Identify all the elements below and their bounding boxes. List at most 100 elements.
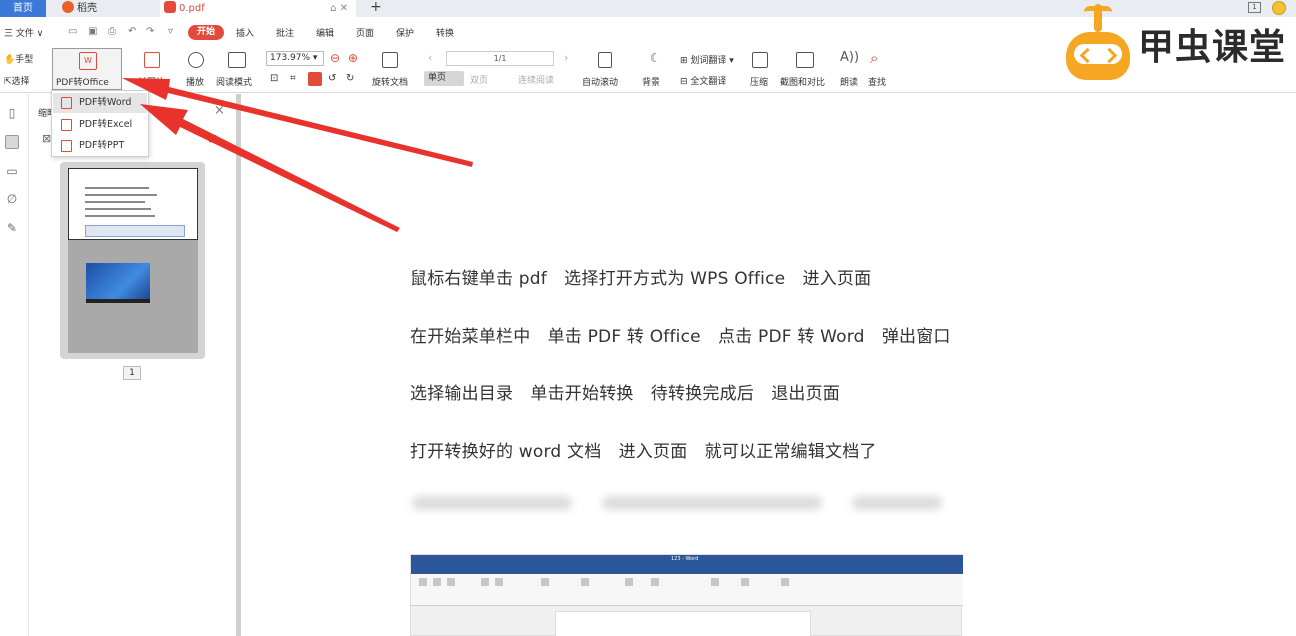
- file-menu[interactable]: 三 文件 ∨: [4, 26, 43, 39]
- menu-start[interactable]: 开始: [188, 25, 224, 40]
- embedded-word-screenshot: 123 - Word: [410, 554, 963, 636]
- thumbnail-desktop-image: [86, 263, 150, 303]
- play-icon: [188, 52, 204, 68]
- close-icon[interactable]: ×: [214, 103, 225, 118]
- next-page-icon[interactable]: ›: [564, 51, 568, 64]
- prev-page-icon[interactable]: ‹: [428, 51, 432, 64]
- app-window: 首页 稻壳 0.pdf ⌂ ✕ + 1 三 文件 ∨ ▭ ▣ ⎙ ↶ ↷ ▿ 开…: [0, 0, 1296, 636]
- pdf-to-ppt-item[interactable]: PDF转PPT: [53, 136, 147, 156]
- search-icon: ⌕: [870, 49, 879, 67]
- read-aloud-button[interactable]: 朗读: [840, 75, 858, 88]
- word-document-page: [555, 611, 811, 636]
- save-icon[interactable]: ▣: [88, 26, 97, 37]
- tab-pdf-label: 0.pdf: [179, 3, 205, 14]
- hand-icon: ✋: [4, 55, 16, 65]
- pdf-to-office-button[interactable]: W PDF转Office: [52, 48, 122, 90]
- pdf-to-office-dropdown: PDF转Word PDF转Excel PDF转PPT: [51, 90, 149, 157]
- single-page-button[interactable]: 单页: [424, 71, 464, 86]
- read-aloud-icon: A)): [840, 50, 860, 65]
- pdf-to-office-icon: W: [79, 52, 97, 70]
- rotate-right-icon[interactable]: ↻: [346, 73, 354, 84]
- full-translate-icon: ⊟: [680, 77, 688, 87]
- thumbnail-options-icon[interactable]: ⊡: [208, 132, 217, 145]
- tab-close-icon[interactable]: ⌂ ✕: [330, 0, 348, 17]
- menu-convert[interactable]: 转换: [436, 26, 454, 39]
- rotate-left-icon[interactable]: ↺: [328, 73, 336, 84]
- thumbnail-panel: 缩略 × ⊠ ⊡ 1: [30, 94, 234, 636]
- auto-scroll-icon: [598, 52, 612, 68]
- menu-page[interactable]: 页面: [356, 26, 374, 39]
- document-view: 鼠标右键单击 pdf 选择打开方式为 WPS Office 进入页面 在开始菜单…: [242, 94, 1296, 636]
- daoke-icon: [62, 1, 74, 13]
- full-translate-button[interactable]: ⊟ 全文翻译: [680, 74, 726, 87]
- pdf-to-word-item[interactable]: PDF转Word: [53, 93, 147, 113]
- double-page-button[interactable]: 双页: [470, 73, 488, 86]
- thumbnail-page-image: [68, 168, 198, 353]
- select-tool[interactable]: ⇱选择: [4, 74, 30, 87]
- fit-page-icon[interactable]: ⌗: [290, 73, 296, 84]
- word-translate-button[interactable]: ⊞ 划词翻译 ▾: [680, 53, 734, 66]
- thumbnail-zoom-icon[interactable]: ⊠: [42, 132, 51, 145]
- instruction-line-4: 打开转换好的 word 文档 进入页面 就可以正常编辑文档了: [410, 442, 877, 462]
- screenshot-icon: [796, 52, 814, 68]
- page-thumbnail[interactable]: [60, 162, 205, 359]
- pdf-file-icon: [164, 1, 176, 13]
- tab-daoke-label: 稻壳: [77, 3, 97, 14]
- instruction-line-3: 选择输出目录 单击开始转换 待转换完成后 退出页面: [410, 384, 840, 404]
- open-folder-icon[interactable]: ▭: [68, 26, 77, 37]
- background-button[interactable]: 背景: [642, 75, 660, 88]
- fit-width-icon[interactable]: [308, 72, 322, 86]
- comment-icon[interactable]: ▭: [5, 164, 19, 178]
- signature-icon[interactable]: ✎: [5, 221, 19, 235]
- compress-button[interactable]: 压缩: [750, 75, 768, 88]
- auto-scroll-button[interactable]: 自动滚动: [582, 75, 618, 88]
- actual-size-icon[interactable]: ⊡: [270, 73, 278, 84]
- cursor-icon: ⇱: [4, 77, 12, 87]
- blurred-text-line: [412, 492, 942, 514]
- logo-text: 甲虫课堂: [1138, 27, 1287, 68]
- undo-icon[interactable]: ↶: [128, 26, 136, 37]
- play-button[interactable]: 播放: [186, 75, 204, 88]
- word-title-bar: 123 - Word: [411, 555, 963, 566]
- thumbnail-text-area: [68, 168, 198, 240]
- to-image-button[interactable]: 转图片: [138, 75, 165, 88]
- pdf-to-office-label: PDF转Office: [56, 78, 109, 88]
- tab-home[interactable]: 首页: [0, 0, 46, 17]
- panel-splitter[interactable]: [236, 94, 241, 636]
- tab-pdf-file[interactable]: 0.pdf ⌂ ✕: [160, 0, 356, 17]
- tab-daoke[interactable]: 稻壳: [54, 0, 152, 17]
- attachment-icon[interactable]: ∅: [5, 192, 19, 206]
- bookmark-icon[interactable]: ▯: [5, 106, 19, 120]
- pdf-excel-icon: [61, 119, 72, 131]
- thumbnail-page-number: 1: [123, 366, 141, 380]
- menu-protect[interactable]: 保护: [396, 26, 414, 39]
- read-mode-button[interactable]: 阅读模式: [216, 75, 252, 88]
- rotate-doc-icon: [382, 52, 398, 68]
- zoom-select[interactable]: 173.97% ▾: [266, 51, 324, 66]
- zoom-in-icon[interactable]: ⊕: [348, 51, 358, 65]
- menu-edit[interactable]: 编辑: [316, 26, 334, 39]
- screenshot-compare-button[interactable]: 截图和对比: [780, 75, 825, 88]
- menu-annotate[interactable]: 批注: [276, 26, 294, 39]
- instruction-line-2: 在开始菜单栏中 单击 PDF 转 Office 点击 PDF 转 Word 弹出…: [410, 327, 951, 347]
- word-ribbon: [411, 574, 963, 606]
- print-icon[interactable]: ⎙: [108, 26, 116, 37]
- left-side-rail: ▯ ▭ ∅ ✎: [0, 94, 29, 636]
- new-tab-button[interactable]: +: [370, 0, 382, 15]
- jiachong-logo: 甲虫课堂: [1066, 0, 1291, 90]
- compress-icon: [752, 52, 768, 68]
- zoom-out-icon[interactable]: ⊖: [330, 51, 340, 65]
- thumbnail-icon[interactable]: [5, 135, 19, 149]
- find-button[interactable]: 查找: [868, 75, 886, 88]
- menu-insert[interactable]: 插入: [236, 26, 254, 39]
- rotate-doc-button[interactable]: 旋转文档: [372, 75, 408, 88]
- word-menu-bar: [411, 566, 963, 574]
- pdf-word-icon: [61, 97, 72, 109]
- hand-tool[interactable]: ✋手型: [4, 52, 33, 65]
- quick-access-dropdown-icon[interactable]: ▿: [168, 26, 173, 37]
- word-title-text: 123 - Word: [671, 556, 699, 562]
- pdf-to-excel-item[interactable]: PDF转Excel: [53, 115, 147, 135]
- page-number-input[interactable]: 1/1: [446, 51, 554, 66]
- continuous-read-button[interactable]: 连续阅读: [518, 73, 554, 86]
- redo-icon[interactable]: ↷: [146, 26, 154, 37]
